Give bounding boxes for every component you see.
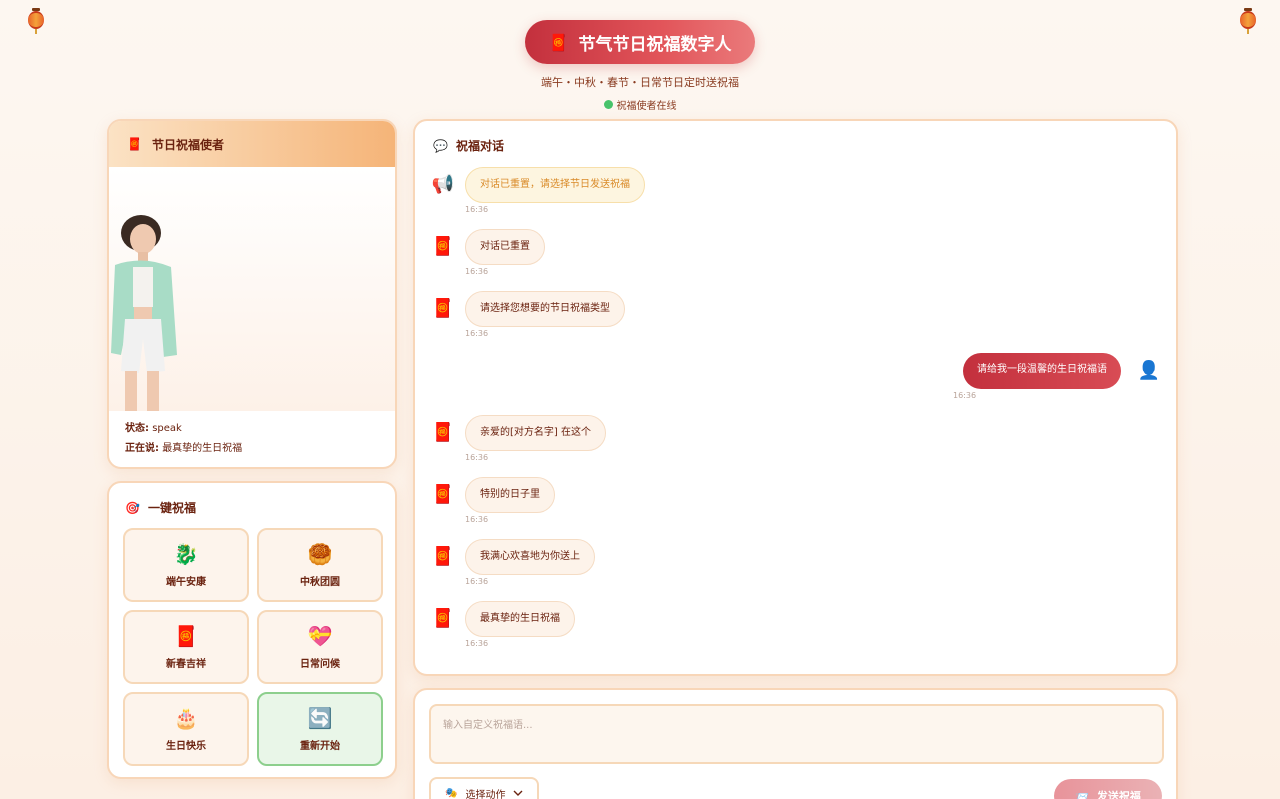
blessing-input[interactable] bbox=[429, 704, 1164, 764]
bot-avatar-icon: 🧧 bbox=[431, 484, 455, 505]
avatar-panel-header: 🧧 节日祝福使者 bbox=[109, 121, 395, 167]
bot-avatar-icon: 🧧 bbox=[431, 422, 455, 443]
message-time: 16:36 bbox=[465, 329, 489, 338]
button-label: 生日快乐 bbox=[166, 740, 206, 752]
message-bubble: 我满心欢喜地为你送上 bbox=[465, 539, 595, 575]
message-bubble: 亲爱的[对方名字] 在这个 bbox=[465, 415, 606, 451]
dragon-boat-button[interactable]: 🐉 端午安康 bbox=[123, 528, 249, 602]
red-envelope-icon: 🧧 bbox=[173, 623, 199, 648]
button-label: 新春吉祥 bbox=[166, 658, 206, 670]
daily-greeting-button[interactable]: 💝 日常问候 bbox=[257, 610, 383, 684]
state-value: speak bbox=[152, 423, 182, 434]
bot-avatar-icon: 🧧 bbox=[431, 608, 455, 629]
message-time: 16:36 bbox=[465, 515, 489, 524]
avatar-panel-title: 节日祝福使者 bbox=[151, 137, 224, 152]
heart-gift-icon: 💝 bbox=[307, 623, 333, 648]
action-select[interactable]: 🎭 选择动作 bbox=[429, 777, 540, 799]
digital-human-view bbox=[109, 167, 395, 411]
message-bubble: 请选择您想要的节日祝福类型 bbox=[465, 291, 625, 327]
online-status-text: 祝福使者在线 bbox=[616, 101, 677, 112]
birthday-button[interactable]: 🎂 生日快乐 bbox=[123, 692, 249, 766]
button-label: 日常问候 bbox=[300, 658, 340, 670]
message-bubble: 对话已重置，请选择节日发送祝福 bbox=[465, 167, 645, 203]
message-time: 16:36 bbox=[953, 391, 977, 400]
message-time: 16:36 bbox=[465, 453, 489, 462]
red-envelope-icon: 🧧 bbox=[548, 32, 569, 52]
page-header: 🧧 节气节日祝福数字人 端午・中秋・春节・日常节日定时送祝福 祝福使者在线 bbox=[0, 20, 1280, 113]
message-time: 16:36 bbox=[465, 639, 489, 648]
dragon-icon: 🐉 bbox=[173, 541, 199, 566]
theater-masks-icon: 🎭 bbox=[445, 787, 458, 799]
mid-autumn-button[interactable]: 🥮 中秋团圆 bbox=[257, 528, 383, 602]
speaking-label: 正在说: bbox=[125, 443, 159, 454]
bot-avatar-icon: 🧧 bbox=[431, 298, 455, 319]
input-panel: 🎭 选择动作 📨 发送祝福 bbox=[413, 688, 1178, 799]
avatar-panel: 🧧 节日祝福使者 状态: speak 正在说: 最真挚的生日祝福 bbox=[107, 119, 397, 469]
send-button[interactable]: 📨 发送祝福 bbox=[1054, 779, 1162, 799]
birthday-cake-icon: 🎂 bbox=[173, 705, 199, 730]
speaking-value: 最真挚的生日祝福 bbox=[162, 443, 243, 454]
message-bubble: 请给我一段温馨的生日祝福语 bbox=[963, 353, 1121, 389]
online-dot-icon bbox=[603, 100, 613, 109]
state-label: 状态: bbox=[125, 423, 149, 434]
button-label: 重新开始 bbox=[300, 740, 340, 752]
button-label: 端午安康 bbox=[166, 576, 206, 588]
speech-bubble-icon: 💬 bbox=[433, 138, 448, 153]
bot-avatar-icon: 🧧 bbox=[431, 236, 455, 257]
bot-avatar-icon: 🧧 bbox=[431, 546, 455, 567]
message-time: 16:36 bbox=[465, 205, 489, 214]
envelope-icon: 📨 bbox=[1075, 789, 1089, 799]
message-time: 16:36 bbox=[465, 267, 489, 276]
chat-panel: 💬 祝福对话 📢 对话已重置，请选择节日发送祝福 16:36 🧧 对话已重置 1… bbox=[413, 119, 1178, 676]
mooncake-icon: 🥮 bbox=[307, 541, 333, 566]
target-icon: 🎯 bbox=[125, 500, 140, 515]
restart-button[interactable]: 🔄 重新开始 bbox=[257, 692, 383, 766]
refresh-icon: 🔄 bbox=[307, 705, 333, 730]
button-label: 中秋团圆 bbox=[300, 576, 340, 588]
message-bubble: 对话已重置 bbox=[465, 229, 545, 265]
page-title: 🧧 节气节日祝福数字人 bbox=[524, 20, 756, 64]
megaphone-icon: 📢 bbox=[431, 174, 455, 195]
chat-title: 💬 祝福对话 bbox=[433, 137, 1160, 154]
message-bubble: 特别的日子里 bbox=[465, 477, 555, 513]
action-select-label: 选择动作 bbox=[465, 789, 506, 799]
quick-blessing-panel: 🎯 一键祝福 🐉 端午安康 🥮 中秋团圆 🧧 新春吉祥 💝 日常问候 🎂 生日快… bbox=[107, 481, 397, 779]
message-time: 16:36 bbox=[465, 577, 489, 586]
red-envelope-icon: 🧧 bbox=[127, 137, 142, 151]
user-avatar-icon: 👤 bbox=[1137, 360, 1161, 381]
page-subtitle: 端午・中秋・春节・日常节日定时送祝福 bbox=[541, 76, 739, 89]
online-status: 祝福使者在线 bbox=[603, 97, 677, 112]
chevron-down-icon bbox=[513, 790, 523, 796]
quick-blessing-title-text: 一键祝福 bbox=[147, 501, 196, 515]
avatar-status-info: 状态: speak 正在说: 最真挚的生日祝福 bbox=[109, 411, 395, 467]
spring-festival-button[interactable]: 🧧 新春吉祥 bbox=[123, 610, 249, 684]
chat-title-text: 祝福对话 bbox=[455, 139, 504, 153]
message-bubble: 最真挚的生日祝福 bbox=[465, 601, 575, 637]
input-actions: 🎭 选择动作 📨 发送祝福 bbox=[429, 777, 1162, 799]
quick-blessing-grid: 🐉 端午安康 🥮 中秋团圆 🧧 新春吉祥 💝 日常问候 🎂 生日快乐 🔄 重新开… bbox=[123, 528, 383, 766]
digital-human-avatar bbox=[111, 215, 177, 411]
quick-blessing-title: 🎯 一键祝福 bbox=[125, 499, 381, 516]
page-title-text: 节气节日祝福数字人 bbox=[578, 34, 732, 55]
send-button-label: 发送祝福 bbox=[1096, 790, 1141, 799]
